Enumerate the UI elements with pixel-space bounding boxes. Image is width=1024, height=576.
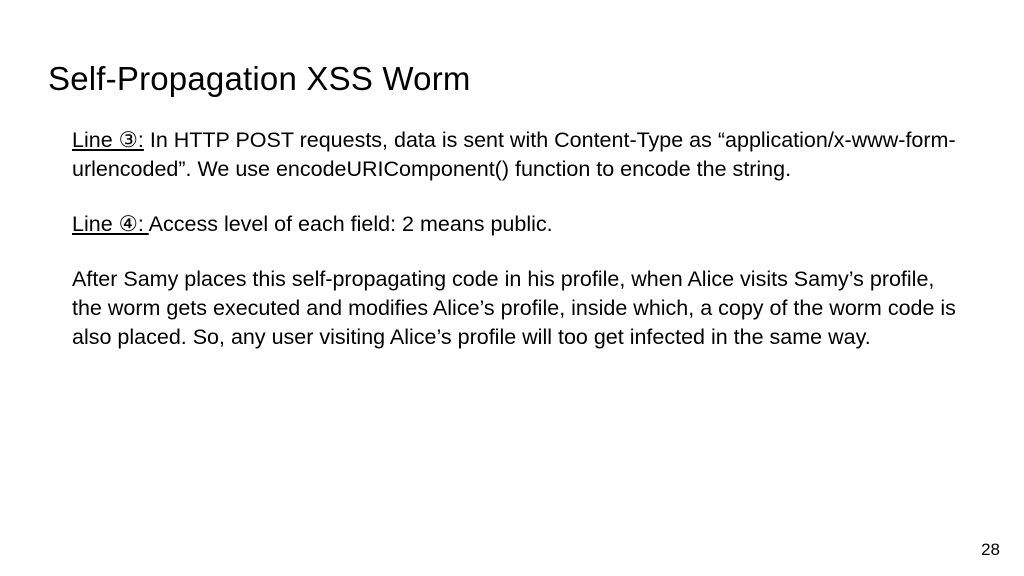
- paragraph-line-4: Line ④: Access level of each field: 2 me…: [72, 210, 968, 239]
- paragraph-explanation: After Samy places this self-propagating …: [72, 265, 968, 352]
- slide-body: Line ③: In HTTP POST requests, data is s…: [48, 126, 976, 352]
- slide-title: Self-Propagation XSS Worm: [48, 60, 976, 98]
- line3-text: In HTTP POST requests, data is sent with…: [72, 128, 956, 181]
- paragraph-line-3: Line ③: In HTTP POST requests, data is s…: [72, 126, 968, 184]
- line4-label: Line ④:: [72, 212, 149, 236]
- page-number: 28: [981, 540, 1000, 560]
- slide: Self-Propagation XSS Worm Line ③: In HTT…: [0, 0, 1024, 576]
- line4-text: Access level of each field: 2 means publ…: [149, 212, 553, 236]
- line3-label: Line ③:: [72, 128, 144, 152]
